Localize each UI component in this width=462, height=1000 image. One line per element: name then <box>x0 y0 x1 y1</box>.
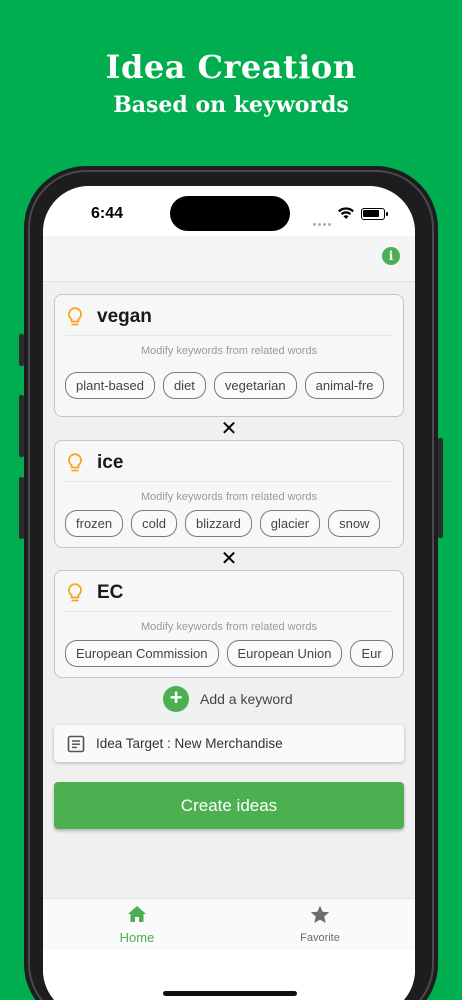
power-button <box>438 438 443 538</box>
related-word-chip[interactable]: snow <box>328 510 381 537</box>
add-keyword-label: Add a keyword <box>200 691 293 707</box>
mute-switch <box>19 334 24 366</box>
tab-label: Favorite <box>300 932 340 944</box>
cross-icon: ✕ <box>220 548 238 570</box>
volume-up-button <box>19 395 24 457</box>
related-word-chip[interactable]: plant-based <box>65 372 155 399</box>
related-word-chip[interactable]: blizzard <box>185 510 252 537</box>
lightbulb-icon <box>68 453 82 472</box>
related-word-chip[interactable]: frozen <box>65 510 124 537</box>
home-indicator <box>163 991 297 996</box>
document-icon <box>67 735 85 753</box>
idea-target-selector[interactable]: Idea Target : New Merchandise <box>54 725 404 762</box>
dynamic-island <box>170 196 290 231</box>
related-word-chip[interactable]: Eur <box>350 640 393 667</box>
keyword-card: vegan Modify keywords from related words… <box>54 294 404 417</box>
lightbulb-icon <box>68 583 82 602</box>
related-word-chip[interactable]: diet <box>162 372 206 399</box>
related-word-chip[interactable]: glacier <box>259 510 321 537</box>
info-icon[interactable]: i <box>382 247 400 265</box>
related-word-chip[interactable]: European Union <box>226 640 343 667</box>
keyword-hint: Modify keywords from related words <box>140 491 318 503</box>
related-words-list: European Commission European Union Eur <box>65 640 393 668</box>
create-ideas-button[interactable]: Create ideas <box>54 782 404 829</box>
tab-home[interactable]: Home <box>97 905 177 945</box>
keyword-title[interactable]: ice <box>97 452 123 474</box>
bottom-tab-bar: Home Favorite <box>43 898 415 950</box>
related-word-chip[interactable]: vegetarian <box>213 372 297 399</box>
keyword-card: EC Modify keywords from related words Eu… <box>54 570 404 678</box>
status-time: 6:44 <box>91 205 124 222</box>
keyword-card: ice Modify keywords from related words f… <box>54 440 404 548</box>
related-word-chip[interactable]: cold <box>131 510 177 537</box>
cross-icon: ✕ <box>220 418 238 440</box>
phone-screen: 6:44 i vegan Modify keywords from relate… <box>43 186 415 1000</box>
related-words-list: frozen cold blizzard glacier snow <box>65 510 393 538</box>
home-icon <box>128 906 146 922</box>
promo-subtitle: Based on keywords <box>113 92 349 118</box>
wifi-icon <box>338 207 354 219</box>
tab-label: Home <box>119 930 155 945</box>
lightbulb-icon <box>68 307 82 326</box>
star-icon <box>310 905 330 923</box>
app-bar: i <box>43 236 415 282</box>
keyword-hint: Modify keywords from related words <box>140 621 318 633</box>
related-word-chip[interactable]: European Commission <box>65 640 219 667</box>
volume-down-button <box>19 477 24 539</box>
battery-icon <box>361 208 388 220</box>
status-bar: 6:44 <box>43 186 415 236</box>
home-indicator-area <box>43 950 415 1000</box>
keyword-hint: Modify keywords from related words <box>140 345 318 357</box>
promo-title: Idea Creation <box>105 48 357 86</box>
plus-icon: + <box>163 686 189 712</box>
idea-target-label: Idea Target : New Merchandise <box>96 736 283 751</box>
tab-favorite[interactable]: Favorite <box>280 905 360 944</box>
keyword-title[interactable]: vegan <box>97 306 152 328</box>
signal-icon <box>313 213 335 226</box>
related-word-chip[interactable]: animal-fre <box>304 372 385 399</box>
keyword-title[interactable]: EC <box>97 582 123 604</box>
related-words-list: plant-based diet vegetarian animal-fre <box>65 372 393 400</box>
